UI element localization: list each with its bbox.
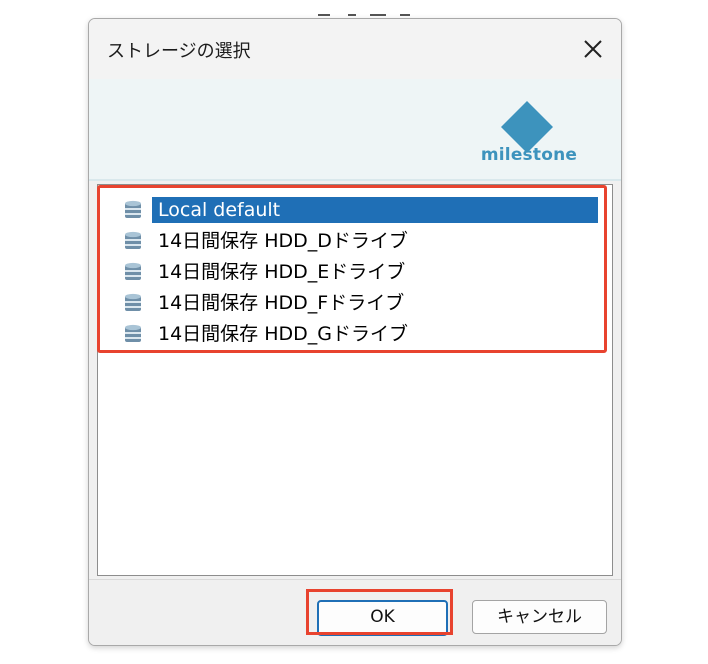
background-artifact xyxy=(348,14,356,16)
storage-list-item[interactable]: 14日間保存 HDD_Eドライブ xyxy=(112,257,592,287)
storage-item-label: 14日間保存 HDD_Gドライブ xyxy=(158,323,408,345)
cancel-button[interactable]: キャンセル xyxy=(472,600,607,634)
brand-banner: milestone xyxy=(89,79,621,181)
database-icon xyxy=(125,200,141,218)
database-icon xyxy=(125,324,141,342)
close-button[interactable] xyxy=(577,33,609,65)
close-icon xyxy=(584,40,602,58)
storage-item-label: 14日間保存 HDD_Eドライブ xyxy=(158,261,406,283)
storage-item-label: Local default xyxy=(152,197,598,223)
storage-select-dialog: ストレージの選択 milestone Local default 14日間保存 … xyxy=(88,18,622,646)
storage-item-label: 14日間保存 HDD_Fドライブ xyxy=(158,292,405,314)
background-artifact xyxy=(370,14,386,16)
dialog-title: ストレージの選択 xyxy=(107,41,251,62)
background-artifact xyxy=(318,14,330,16)
dialog-titlebar: ストレージの選択 xyxy=(89,19,621,79)
storage-list-item[interactable]: 14日間保存 HDD_Dドライブ xyxy=(112,226,592,256)
ok-button[interactable]: OK xyxy=(317,600,448,636)
database-icon xyxy=(125,293,141,311)
storage-list-item[interactable]: 14日間保存 HDD_Fドライブ xyxy=(112,288,592,318)
storage-item-label: 14日間保存 HDD_Dドライブ xyxy=(158,230,408,252)
storage-list-item[interactable]: 14日間保存 HDD_Gドライブ xyxy=(112,319,592,349)
milestone-logo-text: milestone xyxy=(480,145,578,165)
storage-list-item[interactable]: Local default xyxy=(112,195,598,225)
background-artifact xyxy=(400,14,410,16)
database-icon xyxy=(125,262,141,280)
dialog-footer: OK キャンセル xyxy=(89,579,621,645)
storage-listbox[interactable]: Local default 14日間保存 HDD_Dドライブ 14日間保存 HD… xyxy=(97,184,613,576)
database-icon xyxy=(125,231,141,249)
